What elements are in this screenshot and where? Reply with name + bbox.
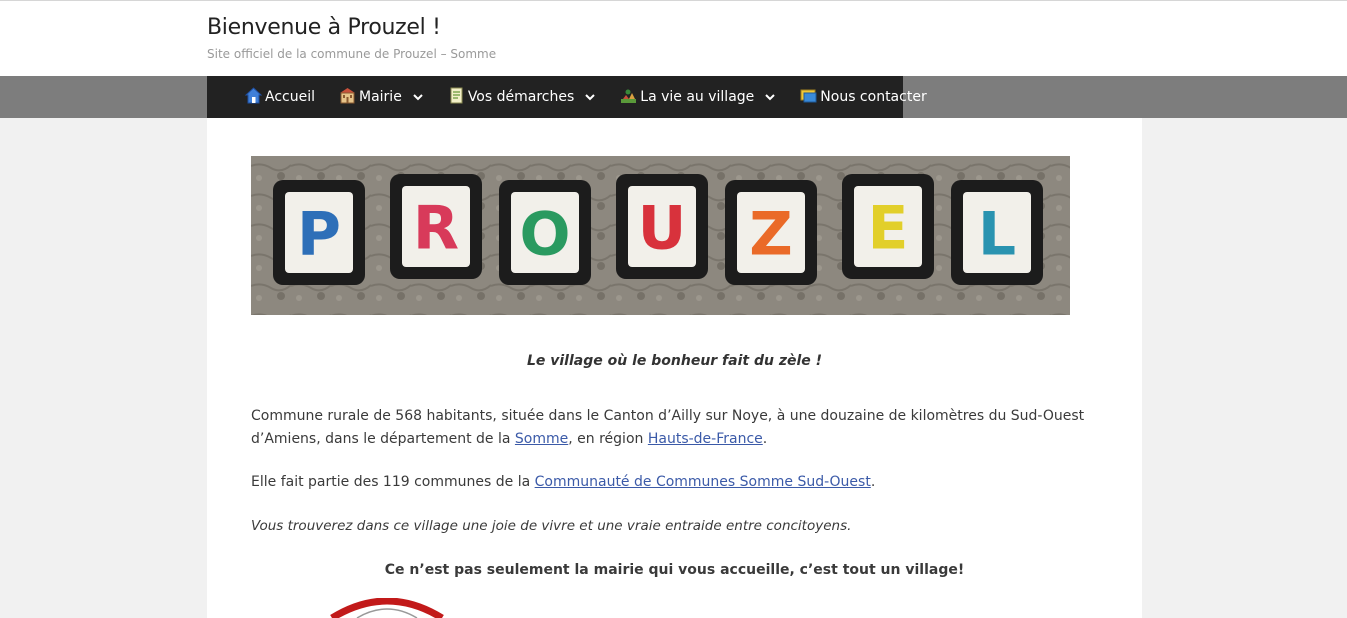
intro-paragraph: Commune rurale de 568 habitants, située … — [251, 405, 1111, 451]
nav-item-vie-village[interactable]: La vie au village — [620, 76, 776, 118]
prouzel-banner-image: P ROUZ EL — [251, 156, 1070, 315]
nav-item-demarches[interactable]: Vos démarches — [448, 76, 596, 118]
ccsso-link[interactable]: Communauté de Communes Somme Sud-Ouest — [535, 474, 871, 490]
welcome-paragraph: Ce n’est pas seulement la mairie qui vou… — [384, 562, 965, 578]
nav-item-accueil[interactable]: Accueil — [244, 76, 315, 118]
banner-letter-tile: L — [951, 180, 1043, 285]
banner-letter-tile: U — [616, 174, 708, 279]
town-hall-icon — [339, 87, 356, 104]
nav-item-contact[interactable]: Nous contacter — [800, 76, 927, 118]
banner-letter: R — [413, 194, 459, 264]
nav-item-label: Accueil — [265, 89, 315, 105]
nav-item-mairie[interactable]: Mairie — [339, 76, 424, 118]
community-text: Elle fait partie des 119 communes de la — [251, 474, 535, 490]
chevron-down-icon[interactable] — [584, 91, 596, 103]
community-text-end: . — [870, 474, 876, 490]
banner-letter: E — [868, 194, 909, 264]
house-icon — [244, 86, 263, 104]
village-icon — [620, 87, 637, 104]
nav-item-label: Vos démarches — [467, 89, 575, 105]
nav-band: Accueil Mairie Vos démarches La vie au v… — [0, 76, 1347, 118]
hauts-de-france-link[interactable]: Hauts-de-France — [648, 431, 763, 447]
banner-letter-tile: R — [390, 174, 482, 279]
banner-letter: L — [978, 200, 1016, 270]
nav-item-label: Mairie — [359, 89, 402, 105]
chevron-down-icon[interactable] — [412, 91, 424, 103]
tagline: Le village où le bonheur fait du zèle ! — [526, 353, 823, 369]
mail-icon — [800, 87, 817, 104]
banner-graphic: P ROUZ EL — [251, 156, 1070, 315]
site-header: Bienvenue à Prouzel ! Site officiel de l… — [0, 0, 1347, 76]
banner-letter-tile: E — [842, 174, 934, 279]
banner-letter: O — [519, 200, 570, 270]
nav-item-label: Nous contacter — [820, 89, 927, 105]
banner-letter: Z — [749, 200, 793, 270]
joy-paragraph: Vous trouverez dans ce village une joie … — [251, 518, 852, 534]
main-nav: Accueil Mairie Vos démarches La vie au v… — [207, 76, 927, 118]
banner-letter: P — [297, 200, 341, 270]
community-paragraph: Elle fait partie des 119 communes de la … — [251, 471, 1111, 494]
site-title[interactable]: Bienvenue à Prouzel ! — [207, 15, 441, 40]
village-logo-image — [297, 598, 477, 618]
somme-link[interactable]: Somme — [515, 431, 568, 447]
document-icon — [448, 87, 465, 104]
main-content: P ROUZ EL Le village où le bonheur fait du… — [207, 118, 1142, 618]
nav-item-label: La vie au village — [640, 89, 755, 105]
banner-letter-tile: Z — [725, 180, 817, 285]
chevron-down-icon[interactable] — [764, 91, 776, 103]
banner-letter-tile: P — [273, 180, 365, 285]
banner-letter: U — [638, 194, 687, 264]
intro-text-end: . — [762, 431, 768, 447]
intro-text-mid: , en région — [568, 431, 648, 447]
site-description: Site officiel de la commune de Prouzel –… — [207, 47, 497, 61]
banner-letter-tile: O — [499, 180, 591, 285]
